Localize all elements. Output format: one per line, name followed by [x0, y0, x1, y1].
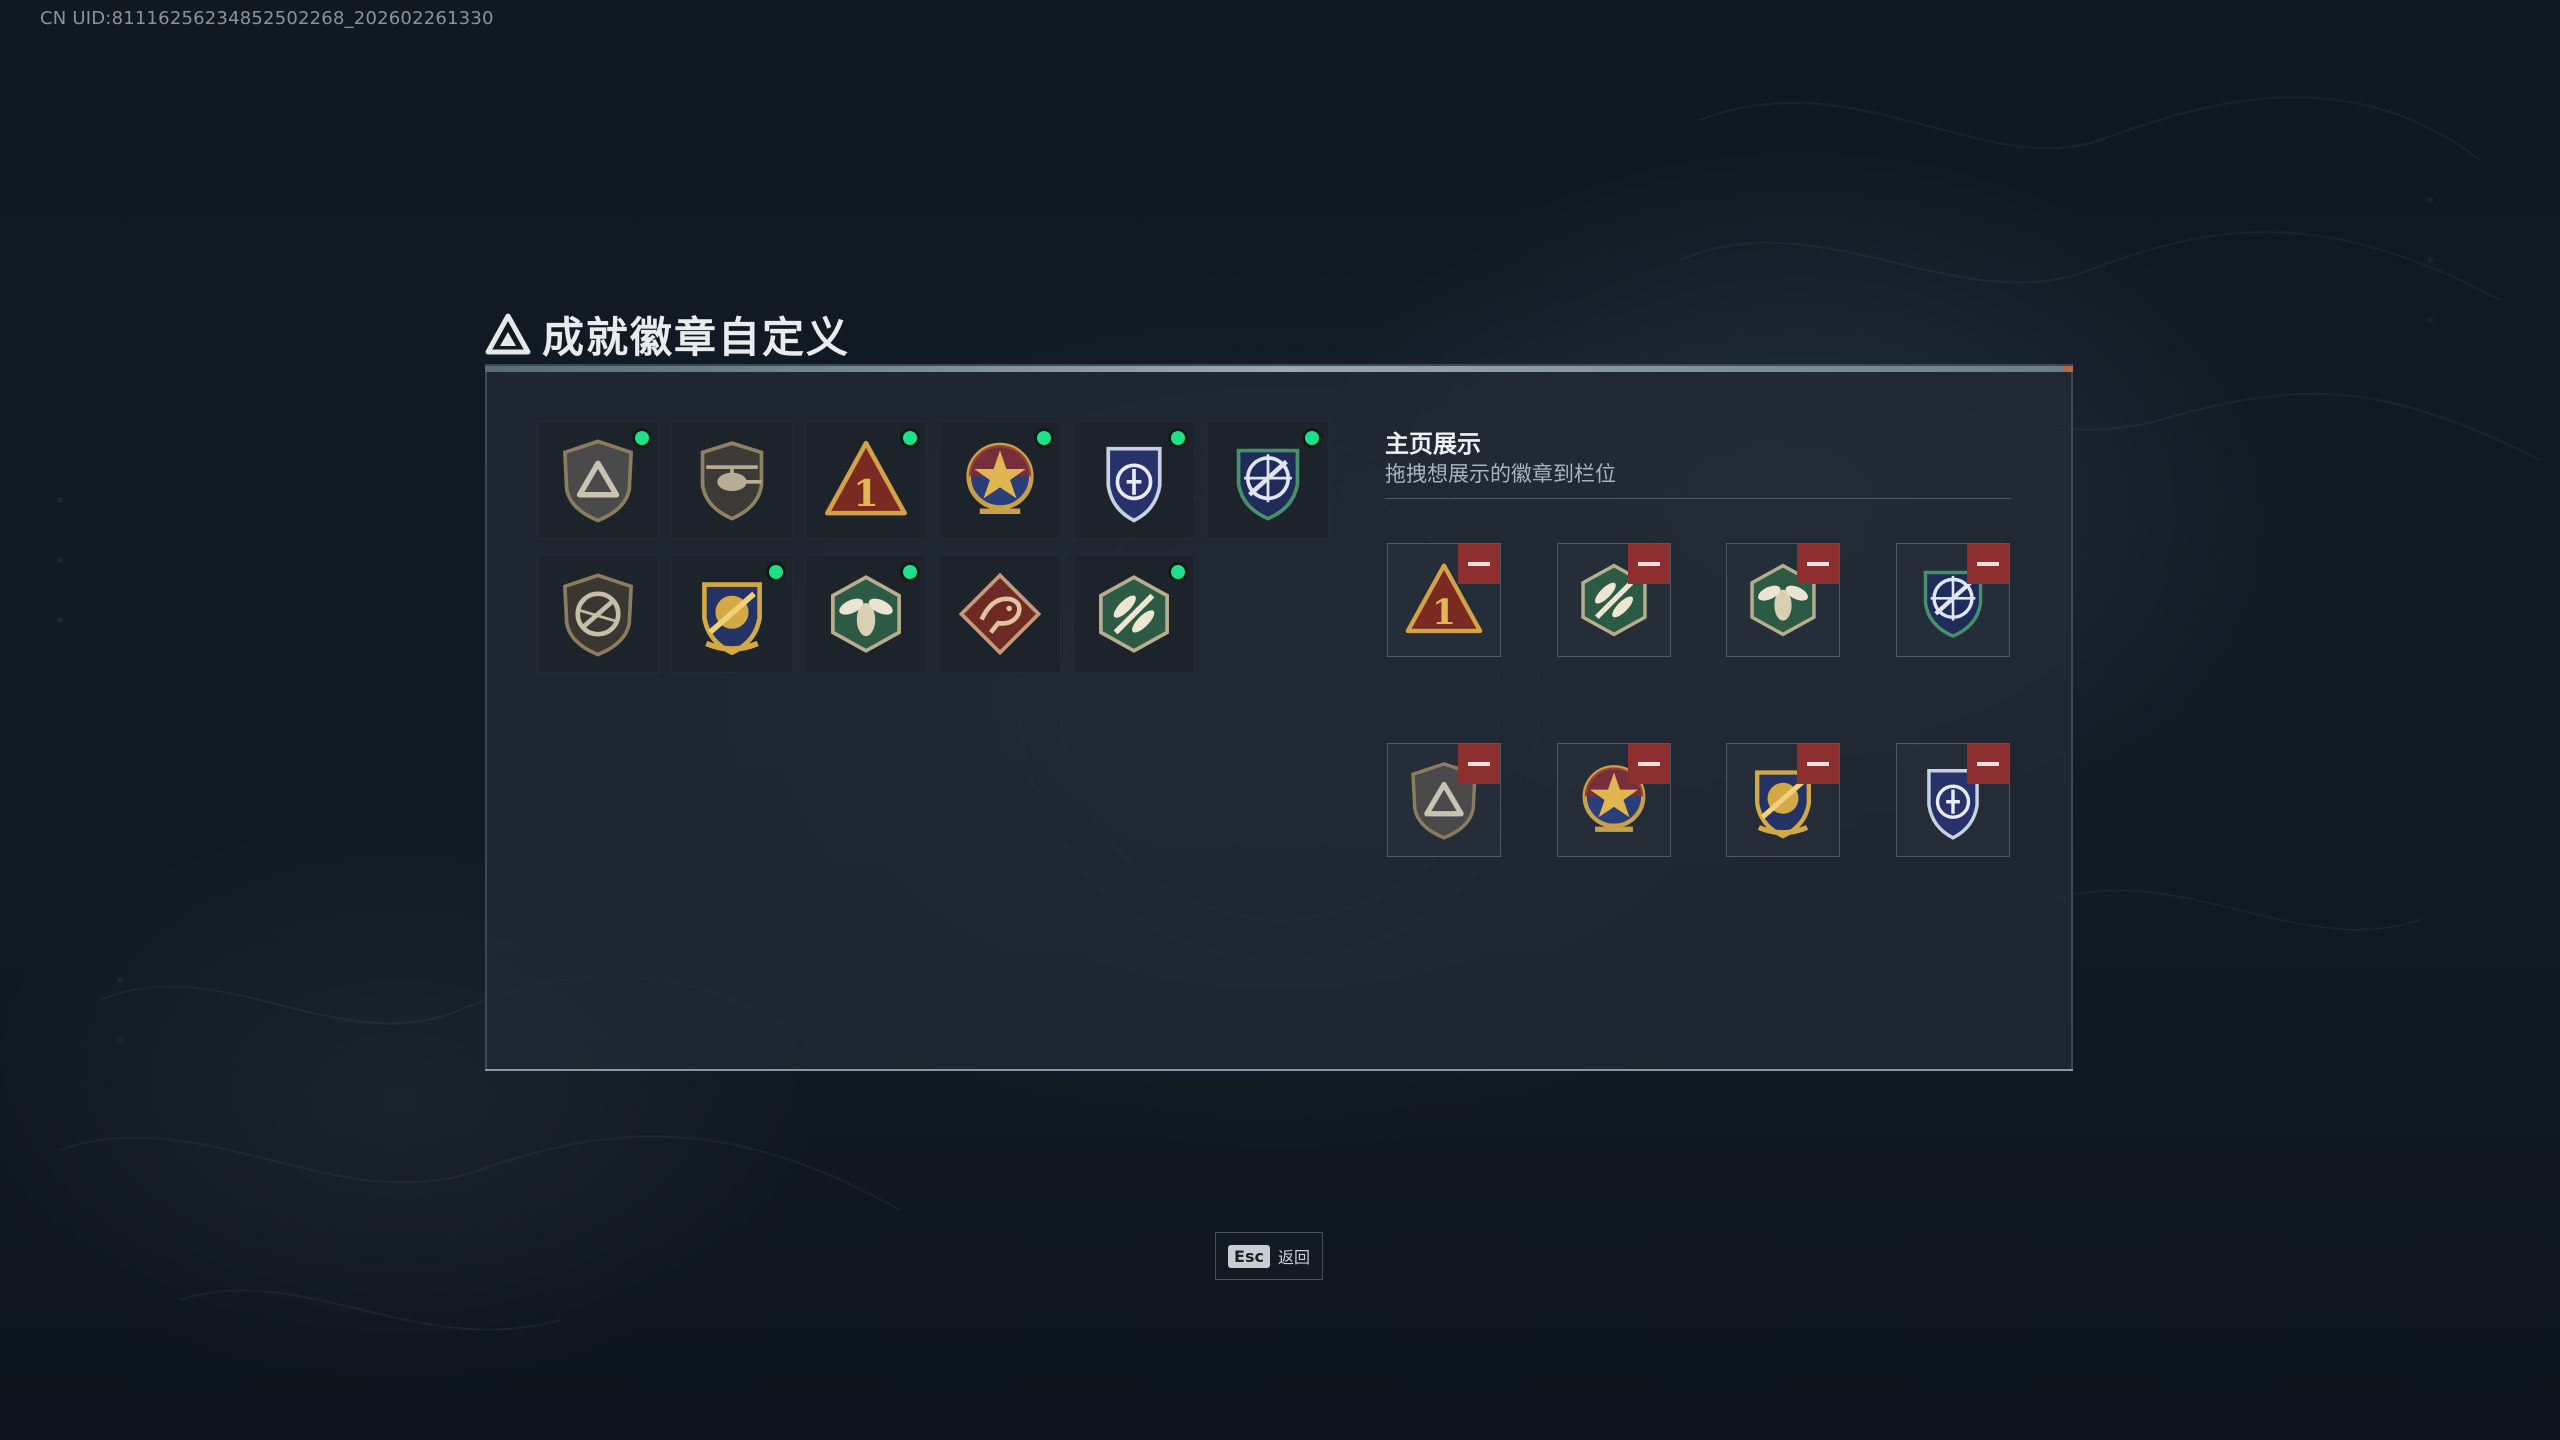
showcase-subtitle: 拖拽想展示的徽章到栏位	[1385, 462, 1616, 486]
remove-badge-button[interactable]	[1797, 744, 1839, 784]
helicopter-shield-badge-icon	[700, 441, 764, 521]
badge-cell[interactable]	[1073, 555, 1195, 673]
badge-cell[interactable]	[671, 555, 793, 673]
minus-icon	[1977, 762, 1999, 766]
remove-badge-button[interactable]	[1458, 544, 1500, 584]
minus-icon	[1807, 762, 1829, 766]
green-hornet-badge-icon	[831, 575, 901, 653]
badge-cell[interactable]	[1073, 421, 1195, 539]
remove-badge-button[interactable]	[1628, 744, 1670, 784]
showcase-title: 主页展示	[1385, 430, 1481, 458]
red-dragon-badge-icon	[958, 572, 1042, 656]
showcase-slot[interactable]	[1387, 743, 1501, 857]
minus-icon	[1807, 562, 1829, 566]
badge-cell[interactable]	[537, 421, 659, 539]
blue-police-shield-badge-icon	[1106, 446, 1162, 523]
selected-indicator	[900, 428, 920, 448]
remove-badge-button[interactable]	[1628, 544, 1670, 584]
showcase-slot[interactable]	[1726, 743, 1840, 857]
showcase-slot[interactable]	[1726, 543, 1840, 657]
showcase-slot[interactable]: 1	[1387, 543, 1501, 657]
page-title: 成就徽章自定义	[542, 312, 851, 362]
selected-indicator	[1302, 428, 1322, 448]
no-rifle-shield-badge-icon	[562, 573, 634, 657]
selected-indicator	[632, 428, 652, 448]
showcase-slot[interactable]	[1896, 543, 2010, 657]
panel-top-bar-accent	[2063, 366, 2073, 372]
user-uid-label: CN UID:81116256234852502268_202602261330	[40, 8, 494, 29]
remove-badge-button[interactable]	[1967, 744, 2009, 784]
minus-icon	[1638, 762, 1660, 766]
triangle-logo-icon	[485, 313, 531, 355]
esc-key-icon: Esc	[1228, 1244, 1270, 1268]
minus-icon	[1638, 562, 1660, 566]
badge-cell[interactable]	[805, 555, 927, 673]
badge-cell[interactable]: 1	[805, 421, 927, 539]
number-one-triangle-badge-icon: 1	[825, 440, 907, 516]
crosshair-rifle-badge-icon	[1236, 448, 1300, 521]
badge-cell[interactable]	[671, 421, 793, 539]
showcase-divider	[1385, 498, 2011, 499]
showcase-slot[interactable]	[1557, 743, 1671, 857]
panel-top-bar	[485, 366, 2073, 372]
minus-icon	[1468, 762, 1490, 766]
gold-cannon-badge-icon	[702, 582, 762, 656]
badge-cell[interactable]	[939, 555, 1061, 673]
minus-icon	[1468, 562, 1490, 566]
gold-star-medal-badge-icon	[966, 442, 1034, 515]
minus-icon	[1977, 562, 1999, 566]
page-header: 成就徽章自定义	[484, 306, 850, 362]
badge-cell[interactable]	[939, 421, 1061, 539]
green-dragonfly-badge-icon	[1099, 575, 1169, 653]
panel-bottom-line	[485, 1069, 2073, 1071]
selected-indicator	[1168, 562, 1188, 582]
back-button[interactable]: Esc 返回	[1215, 1232, 1323, 1280]
badge-cell[interactable]	[537, 555, 659, 673]
remove-badge-button[interactable]	[1797, 544, 1839, 584]
badge-cell[interactable]	[1207, 421, 1329, 539]
selected-indicator	[1168, 428, 1188, 448]
selected-indicator	[1034, 428, 1054, 448]
remove-badge-button[interactable]	[1967, 544, 2009, 584]
svg-text:1: 1	[853, 471, 879, 515]
svg-text:1: 1	[1432, 593, 1456, 633]
remove-badge-button[interactable]	[1458, 744, 1500, 784]
showcase-slot[interactable]	[1557, 543, 1671, 657]
selected-indicator	[900, 562, 920, 582]
triangle-shield-badge-icon	[562, 439, 634, 523]
back-label: 返回	[1277, 1248, 1310, 1267]
selected-indicator	[766, 562, 786, 582]
showcase-slot[interactable]	[1896, 743, 2010, 857]
